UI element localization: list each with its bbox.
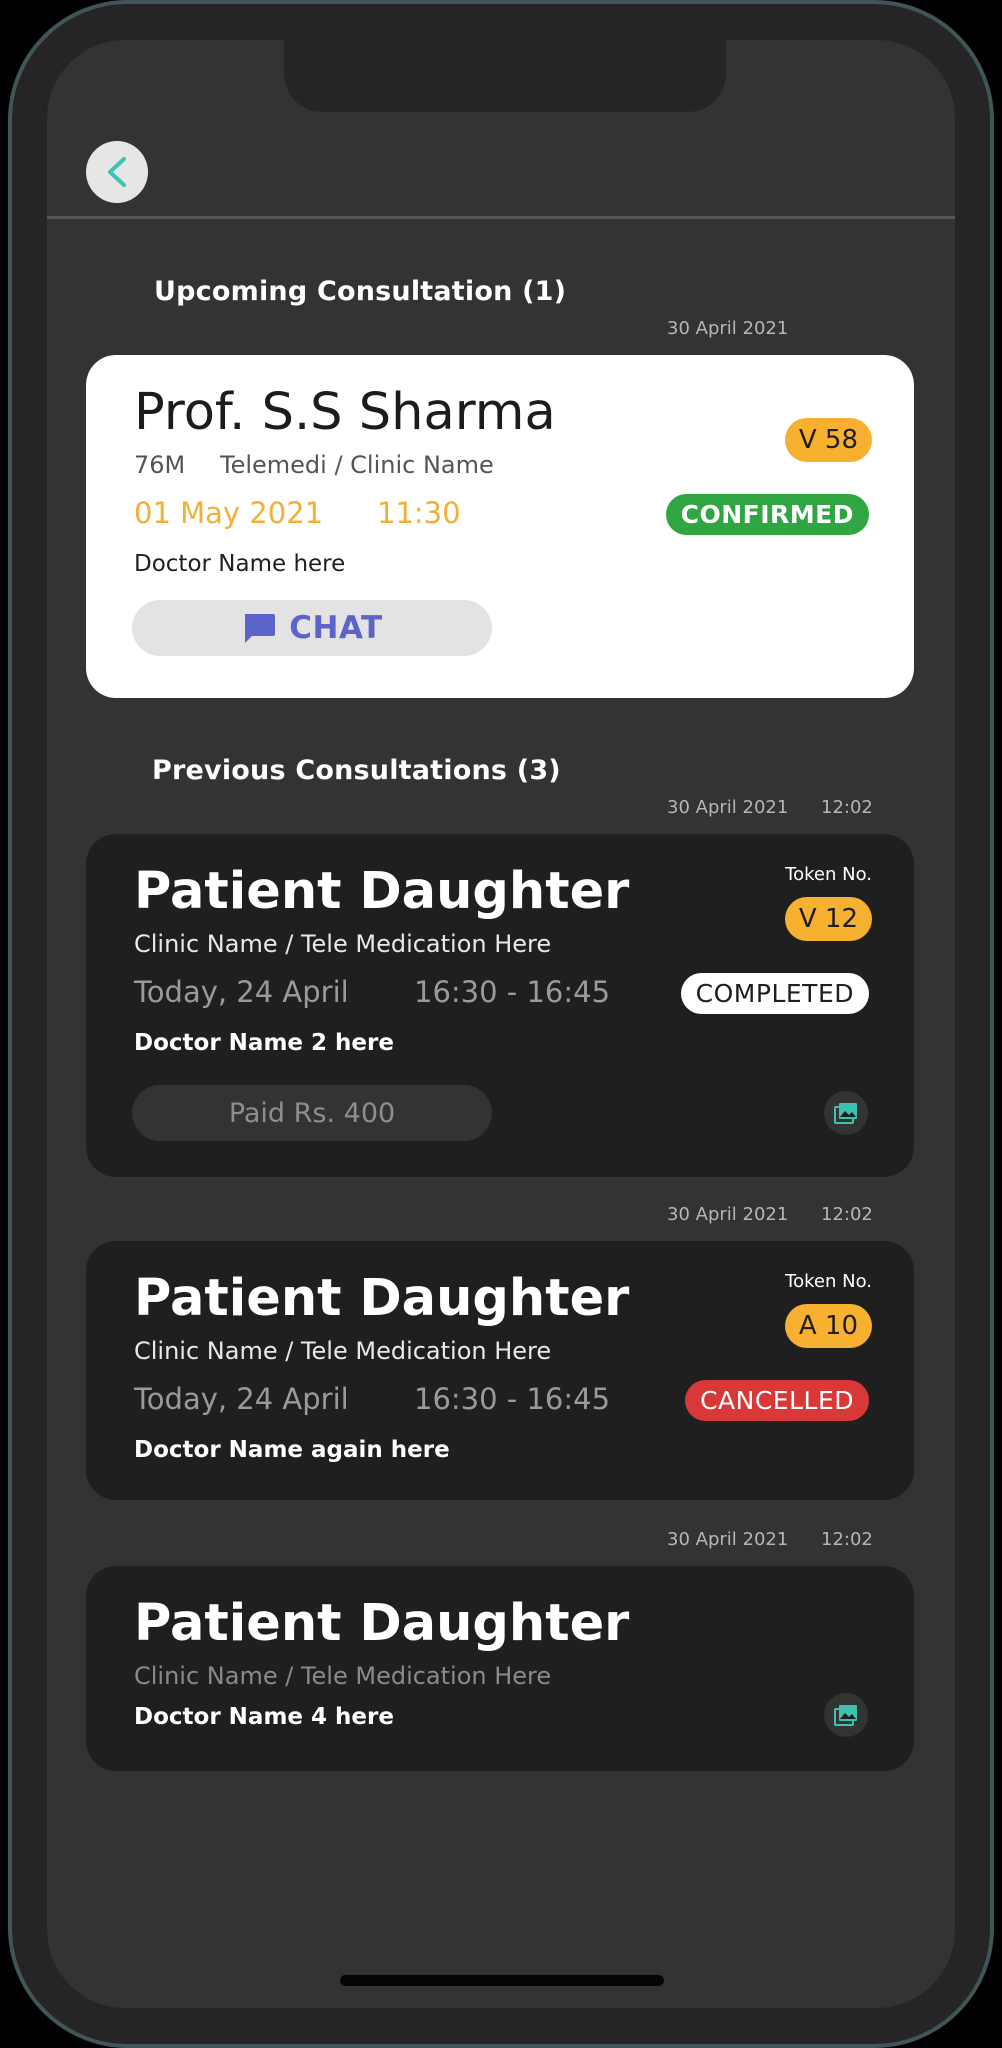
- upcoming-consultation-card[interactable]: Prof. S.S Sharma 76M Telemedi / Clinic N…: [86, 355, 914, 698]
- appointment-date: 01 May 2021: [134, 496, 324, 530]
- doctor-name: Doctor Name here: [134, 551, 346, 577]
- token-badge: V 58: [784, 418, 872, 462]
- item-meta-time: 12:02: [821, 797, 873, 818]
- chat-bubble-icon: [245, 614, 276, 643]
- header-divider: [47, 216, 955, 219]
- screen: Upcoming Consultation (1) 30 April 2021 …: [47, 40, 955, 2008]
- clinic-name: Telemedi / Clinic Name: [220, 451, 494, 479]
- home-indicator[interactable]: [340, 1975, 664, 1986]
- image-gallery-icon: [834, 1103, 857, 1124]
- chat-button[interactable]: CHAT: [132, 600, 492, 656]
- clinic-name: Clinic Name / Tele Medication Here: [134, 1662, 552, 1690]
- patient-name: Patient Daughter: [134, 1594, 630, 1653]
- chevron-left-icon: [108, 157, 126, 187]
- clinic-name: Clinic Name / Tele Medication Here: [134, 930, 552, 958]
- gallery-button[interactable]: [824, 1091, 868, 1135]
- back-button[interactable]: [86, 141, 148, 203]
- token-label: Token No.: [785, 1271, 872, 1292]
- status-badge: CONFIRMED: [665, 494, 869, 535]
- patient-name: Patient Daughter: [134, 1269, 630, 1328]
- previous-consultation-card[interactable]: Patient Daughter Clinic Name / Tele Medi…: [86, 1241, 914, 1500]
- doctor-name: Doctor Name 2 here: [134, 1030, 394, 1056]
- gallery-button[interactable]: [824, 1693, 868, 1737]
- patient-name: Prof. S.S Sharma: [134, 383, 556, 442]
- item-meta-date: 30 April 2021: [667, 1204, 789, 1225]
- appointment-date: Today, 24 April: [134, 975, 349, 1009]
- status-badge: COMPLETED: [680, 973, 869, 1014]
- appointment-time: 11:30: [377, 496, 461, 530]
- status-badge: CANCELLED: [685, 1380, 869, 1421]
- token-label: Token No.: [785, 864, 872, 885]
- payment-status: Paid Rs. 400: [132, 1085, 492, 1141]
- item-meta-date: 30 April 2021: [667, 1529, 789, 1550]
- doctor-name: Doctor Name 4 here: [134, 1704, 394, 1730]
- doctor-name: Doctor Name again here: [134, 1437, 450, 1463]
- upcoming-section-title: Upcoming Consultation (1): [154, 276, 567, 307]
- appointment-time: 16:30 - 16:45: [414, 1382, 611, 1416]
- upcoming-meta-date: 30 April 2021: [667, 318, 789, 339]
- patient-name: Patient Daughter: [134, 862, 630, 921]
- previous-section-title: Previous Consultations (3): [152, 755, 561, 786]
- item-meta-time: 12:02: [821, 1529, 873, 1550]
- item-meta-time: 12:02: [821, 1204, 873, 1225]
- patient-age-gender: 76M: [134, 451, 186, 479]
- chat-button-label: CHAT: [289, 610, 383, 646]
- appointment-date: Today, 24 April: [134, 1382, 349, 1416]
- token-badge: V 12: [784, 897, 872, 941]
- clinic-name: Clinic Name / Tele Medication Here: [134, 1337, 552, 1365]
- image-gallery-icon: [834, 1705, 857, 1726]
- token-badge: A 10: [784, 1304, 872, 1348]
- previous-consultation-card[interactable]: Patient Daughter Clinic Name / Tele Medi…: [86, 834, 914, 1177]
- previous-consultation-card[interactable]: Patient Daughter Clinic Name / Tele Medi…: [86, 1566, 914, 1771]
- item-meta-date: 30 April 2021: [667, 797, 789, 818]
- appointment-time: 16:30 - 16:45: [414, 975, 611, 1009]
- notch: [284, 40, 726, 112]
